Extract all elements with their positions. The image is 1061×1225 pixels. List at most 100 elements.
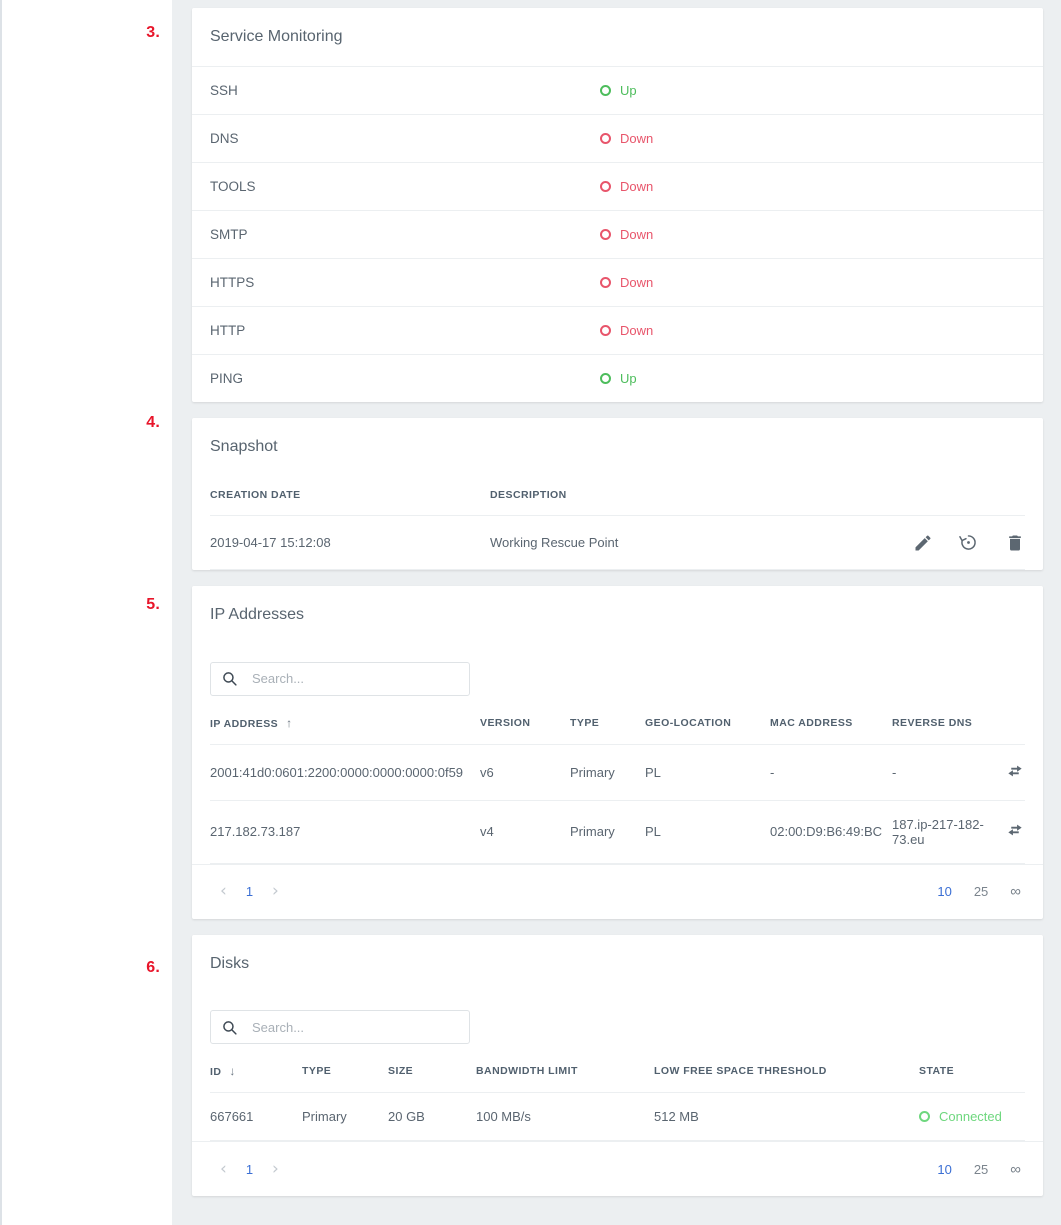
next-page-button[interactable]: › <box>262 883 289 900</box>
ip-col-ip-address[interactable]: IP ADDRESS ↑ <box>210 701 480 745</box>
disk-id-value: 667661 <box>210 1092 302 1142</box>
ip-rdns-value: - <box>892 744 998 801</box>
service-name: DNS <box>210 130 239 146</box>
service-status: Up <box>600 83 637 98</box>
service-status-label: Down <box>620 226 654 242</box>
page-size-25[interactable]: 25 <box>963 1162 999 1177</box>
ip-col-version[interactable]: VERSION <box>480 701 570 745</box>
service-name: SSH <box>210 82 238 98</box>
step-number-5: 5. <box>146 596 160 613</box>
service-status: Down <box>600 131 653 146</box>
service-monitoring-title: Service Monitoring <box>210 28 343 45</box>
snapshot-description: Working Rescue Point <box>490 515 830 571</box>
delete-icon[interactable] <box>1005 533 1025 553</box>
ip-version-value: v4 <box>480 800 570 864</box>
main-content: Service Monitoring SSH Up DNS Down TOOLS <box>172 0 1061 1225</box>
ip-version-value: v6 <box>480 744 570 801</box>
disks-col-type[interactable]: TYPE <box>302 1050 388 1094</box>
ip-mac-value: 02:00:D9:B6:49:BC <box>770 800 892 864</box>
snapshot-header-row: CREATION DATE DESCRIPTION <box>210 475 1025 517</box>
status-ring-icon <box>600 84 611 96</box>
ip-col-mac-address[interactable]: MAC ADDRESS <box>770 701 892 745</box>
ip-addresses-table: IP ADDRESS ↑ VERSION TYPE GEO-LOCATION MA… <box>210 701 1025 864</box>
ip-col-type[interactable]: TYPE <box>570 701 645 745</box>
search-icon <box>223 1021 237 1035</box>
ip-search-input[interactable] <box>250 670 459 688</box>
ip-col-ip-address-label: IP ADDRESS <box>210 717 279 730</box>
ip-pagination-pages: ‹ 1 › <box>210 883 289 900</box>
disk-threshold-value: 512 MB <box>654 1092 919 1142</box>
service-row: TOOLS Down <box>192 161 1043 210</box>
ip-addresses-card: IP Addresses Search... IP ADDRESS ↑ VERS… <box>192 586 1043 919</box>
step-number-6: 6. <box>146 959 160 976</box>
search-icon <box>223 672 237 686</box>
page-size-all[interactable]: ∞ <box>999 883 1025 900</box>
disks-search-box[interactable] <box>210 1010 470 1045</box>
next-page-button[interactable]: › <box>262 1160 289 1178</box>
ip-col-reverse-dns[interactable]: REVERSE DNS <box>892 701 998 745</box>
prev-page-button[interactable]: ‹ <box>210 1160 237 1178</box>
disks-col-state[interactable]: STATE <box>919 1050 1025 1094</box>
snapshot-title: Snapshot <box>210 437 278 455</box>
ip-header-row: IP ADDRESS ↑ VERSION TYPE GEO-LOCATION MA… <box>210 701 1025 745</box>
disks-search-input[interactable] <box>250 1018 459 1036</box>
table-row: 2019-04-17 15:12:08 Working Rescue Point <box>210 515 1025 571</box>
service-status: Down <box>600 323 653 338</box>
page-number-1[interactable]: 1 <box>237 884 262 899</box>
page-number-1[interactable]: 1 <box>237 1162 262 1177</box>
ip-col-actions <box>998 701 1025 745</box>
service-row: PING Up <box>192 353 1043 402</box>
disks-col-size[interactable]: SIZE <box>388 1050 476 1094</box>
status-ring-icon <box>600 228 611 240</box>
step-number-gutter: 3. 4. 5. 6. <box>2 0 172 1225</box>
service-status-label: Up <box>620 370 637 386</box>
ip-row-actions <box>998 744 1025 801</box>
service-status: Down <box>600 227 653 242</box>
service-status-label: Down <box>620 130 654 146</box>
disks-col-bandwidth-limit[interactable]: BANDWIDTH LIMIT <box>476 1050 654 1094</box>
disks-col-id-label: ID <box>210 1066 222 1079</box>
page-root: 3. 4. 5. 6. Service Monitoring SSH Up DN… <box>0 0 1061 1225</box>
disks-col-id[interactable]: ID ↓ <box>210 1050 302 1094</box>
ip-addresses-title: IP Addresses <box>210 606 304 624</box>
page-size-10[interactable]: 10 <box>926 1162 962 1177</box>
disks-card: Disks Search... ID ↓ TYPE SIZE BANDWIDTH… <box>192 934 1043 1197</box>
snapshot-creation-date: 2019-04-17 15:12:08 <box>210 515 490 571</box>
service-name: HTTP <box>210 322 246 338</box>
status-ring-icon <box>919 1111 930 1123</box>
ip-col-geo-location[interactable]: GEO-LOCATION <box>645 701 770 745</box>
disk-state-label: Connected <box>939 1109 1002 1125</box>
ip-row-actions <box>998 800 1025 864</box>
snapshot-card: Snapshot CREATION DATE DESCRIPTION 2019-… <box>192 417 1043 571</box>
page-size-all[interactable]: ∞ <box>999 1161 1025 1178</box>
step-number-4: 4. <box>146 414 160 431</box>
ip-type-value: Primary <box>570 744 645 801</box>
ip-search-wrap <box>192 644 1043 702</box>
service-name: HTTPS <box>210 274 255 290</box>
restore-icon[interactable] <box>958 532 979 553</box>
ip-geo-value: PL <box>645 744 770 801</box>
disks-search-wrap <box>192 992 1043 1050</box>
prev-page-button[interactable]: ‹ <box>210 883 237 900</box>
service-monitoring-card: Service Monitoring SSH Up DNS Down TOOLS <box>192 8 1043 402</box>
status-ring-icon <box>600 276 611 288</box>
ip-rdns-value: 187.ip-217-182-73.eu <box>892 800 998 864</box>
ip-address-value: 2001:41d0:0601:2200:0000:0000:0000:0f59 <box>210 744 480 801</box>
page-size-25[interactable]: 25 <box>963 884 999 899</box>
disks-col-low-free-space-threshold[interactable]: LOW FREE SPACE THRESHOLD <box>654 1050 919 1094</box>
ip-page-size-options: 10 25 ∞ <box>926 883 1025 900</box>
swap-horizontal-icon[interactable] <box>1005 820 1025 843</box>
service-status-label: Down <box>620 322 654 338</box>
ip-address-value: 217.182.73.187 <box>210 800 480 864</box>
disks-page-size-options: 10 25 ∞ <box>926 1161 1025 1178</box>
swap-horizontal-icon[interactable] <box>1005 761 1025 784</box>
ip-mac-value: - <box>770 744 892 801</box>
ip-search-box[interactable] <box>210 661 470 696</box>
disks-pagination: ‹ 1 › 10 25 ∞ <box>192 1141 1043 1196</box>
edit-icon[interactable] <box>913 533 933 553</box>
status-ring-icon <box>600 324 611 336</box>
service-name: TOOLS <box>210 178 256 194</box>
status-ring-icon <box>600 180 611 192</box>
snapshot-col-creation-date: CREATION DATE <box>210 475 490 517</box>
page-size-10[interactable]: 10 <box>926 884 962 899</box>
